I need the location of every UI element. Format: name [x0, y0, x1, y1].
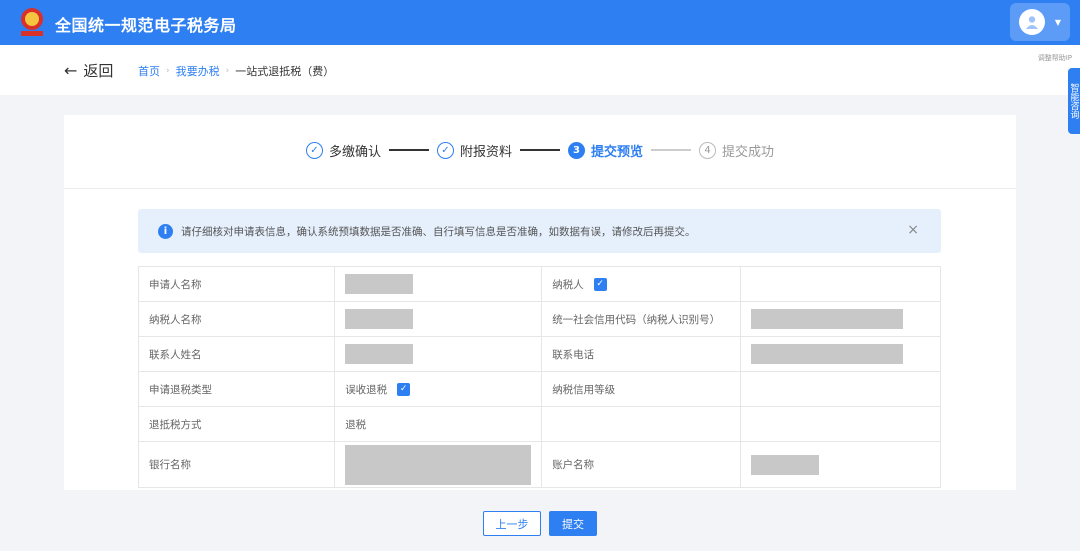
- refund-method-value: 退税: [334, 406, 543, 442]
- field-label: 退抵税方式: [137, 406, 336, 442]
- refund-type-cell: 误收退税 ✓: [334, 371, 543, 407]
- empty-cell: [541, 406, 741, 442]
- tax-emblem-logo: [21, 8, 43, 36]
- step-3: 3 提交预览: [568, 141, 643, 160]
- account-name-value: [739, 441, 942, 488]
- field-label: 纳税信用等级: [541, 371, 741, 407]
- field-label: 银行名称: [137, 441, 336, 488]
- app-title: 全国统一规范电子税务局: [55, 16, 237, 35]
- step-number: 4: [699, 141, 717, 159]
- taxpayer-name-value: [334, 301, 543, 337]
- chevron-right-icon: ›: [166, 66, 170, 76]
- contact-name-value: [334, 336, 543, 372]
- avatar: [1018, 9, 1045, 35]
- field-label: 申请人名称: [137, 266, 336, 302]
- table-row: 纳税人名称 统一社会信用代码（纳税人识别号）: [137, 301, 942, 337]
- caret-down-icon: ▼: [1054, 17, 1062, 27]
- field-label: 联系人姓名: [137, 336, 336, 372]
- refund-type-value: 误收退税: [345, 383, 388, 396]
- field-label: 账户名称: [541, 441, 741, 488]
- credit-code-value: [739, 301, 942, 337]
- user-icon: [1025, 16, 1038, 29]
- redacted-block: [750, 344, 903, 364]
- field-label: 统一社会信用代码（纳税人识别号）: [541, 301, 741, 337]
- back-button[interactable]: ← 返回: [64, 60, 113, 81]
- table-row: 退抵税方式 退税: [137, 406, 942, 442]
- breadcrumb-tax-services[interactable]: 我要办税: [176, 63, 220, 79]
- step-label: 多缴确认: [328, 144, 381, 160]
- prev-step-button[interactable]: 上一步: [483, 511, 541, 536]
- step-connector: [388, 149, 429, 151]
- bank-name-value: [334, 441, 543, 488]
- step-number: 3: [568, 141, 585, 159]
- submit-button[interactable]: 提交: [549, 511, 597, 536]
- redacted-block: [345, 309, 414, 329]
- empty-cell: [739, 266, 942, 302]
- back-arrow-icon: ←: [64, 61, 78, 80]
- field-label: 纳税人名称: [137, 301, 336, 337]
- table-row: 申请人名称 纳税人 ✓: [137, 266, 942, 302]
- empty-cell: [739, 406, 942, 442]
- top-header: 全国统一规范电子税务局 ▼: [0, 0, 1080, 45]
- step-label: 提交预览: [591, 144, 644, 160]
- redacted-block: [345, 274, 414, 294]
- table-row: 银行名称 账户名称: [137, 441, 942, 488]
- divider: [64, 188, 1016, 189]
- step-1: ✓ 多缴确认: [305, 141, 381, 160]
- redacted-block: [750, 454, 819, 475]
- applicant-name-value: [334, 266, 543, 302]
- taxpayer-checkbox-cell: 纳税人 ✓: [541, 266, 741, 302]
- help-link[interactable]: 调整帮助IP: [1038, 53, 1072, 63]
- checkbox-checked-icon[interactable]: ✓: [397, 383, 411, 396]
- application-table: 申请人名称 纳税人 ✓ 纳税人名称 统一社会信用代码（纳税人识别号） 联系人姓名 …: [137, 266, 942, 488]
- breadcrumb: 首页 › 我要办税 › 一站式退抵税（费）: [138, 63, 334, 79]
- step-label: 附报资料: [459, 144, 512, 160]
- breadcrumb-bar: ← 返回 首页 › 我要办税 › 一站式退抵税（费） 调整帮助IP: [0, 45, 1080, 95]
- step-2: ✓ 附报资料: [436, 141, 512, 160]
- table-row: 联系人姓名 联系电话: [137, 336, 942, 372]
- info-icon: i: [158, 223, 173, 239]
- step-connector: [520, 149, 560, 151]
- field-label: 纳税人: [552, 278, 584, 291]
- table-row: 申请退税类型 误收退税 ✓ 纳税信用等级: [137, 371, 942, 407]
- redacted-block: [345, 344, 414, 364]
- breadcrumb-current: 一站式退抵税（费）: [235, 65, 335, 78]
- notice-text: 请仔细核对申请表信息，确认系统预填数据是否准确、自行填写信息是否准确，如数据有误…: [181, 225, 696, 238]
- step-4: 4 提交成功: [699, 141, 774, 160]
- redacted-block: [345, 444, 532, 485]
- notice-banner: i 请仔细核对申请表信息，确认系统预填数据是否准确、自行填写信息是否准确，如数据…: [138, 209, 941, 253]
- step-label: 提交成功: [722, 144, 775, 160]
- step-connector: [651, 149, 692, 151]
- back-label: 返回: [83, 62, 114, 80]
- redacted-block: [750, 309, 903, 329]
- field-label: 申请退税类型: [137, 371, 336, 407]
- credit-rating-value: [739, 371, 942, 407]
- user-menu[interactable]: ▼: [1010, 3, 1070, 41]
- breadcrumb-home[interactable]: 首页: [138, 63, 160, 79]
- field-label: 联系电话: [541, 336, 741, 372]
- close-icon[interactable]: ×: [907, 222, 919, 238]
- checkbox-checked-icon[interactable]: ✓: [593, 278, 607, 291]
- chevron-right-icon: ›: [225, 66, 230, 76]
- phone-value: [739, 336, 942, 372]
- side-consult-tab[interactable]: 智能咨询: [1068, 68, 1080, 134]
- content-card: ✓ 多缴确认 ✓ 附报资料 3 提交预览 4 提交成功 i 请仔细核对申请表信息…: [64, 115, 1016, 490]
- check-circle-icon: ✓: [305, 141, 323, 159]
- step-indicator: ✓ 多缴确认 ✓ 附报资料 3 提交预览 4 提交成功: [64, 135, 1016, 165]
- check-circle-icon: ✓: [436, 141, 454, 159]
